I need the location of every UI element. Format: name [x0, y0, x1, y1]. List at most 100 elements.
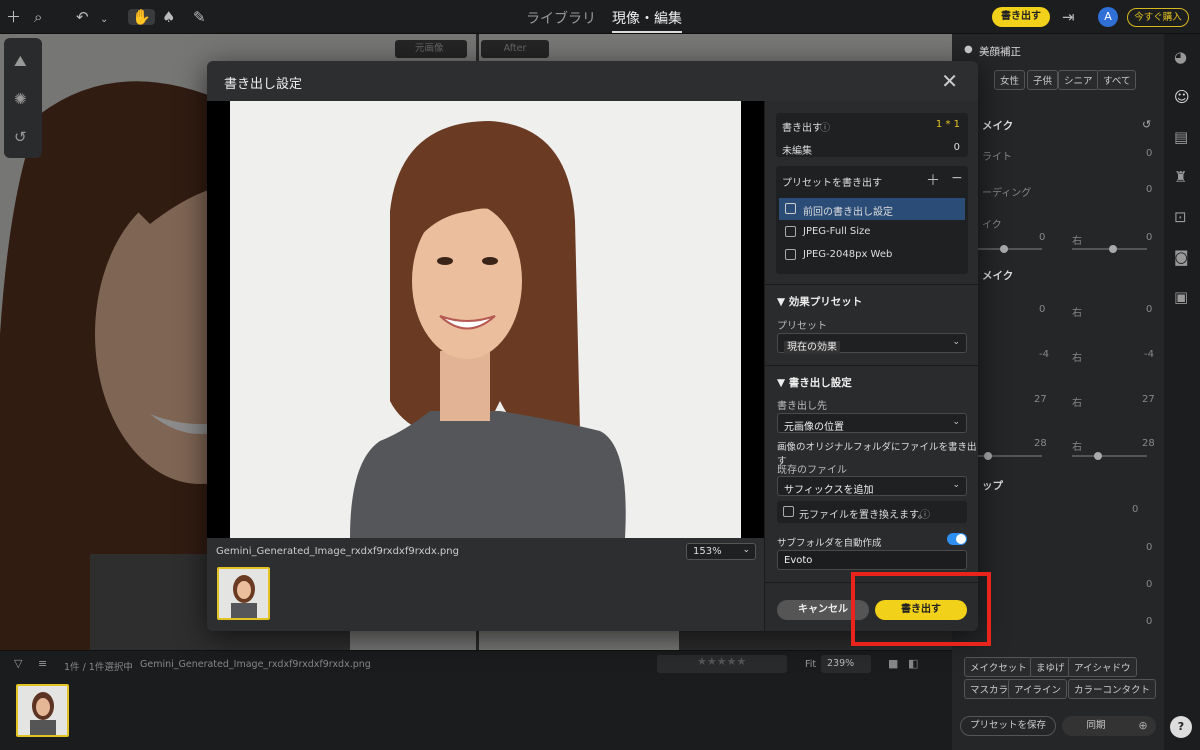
chip-female[interactable]: 女性 [994, 70, 1026, 90]
chevron-down-icon: ⌄ [952, 337, 960, 347]
tag-eyeshadow[interactable]: アイシャドウ [1068, 657, 1137, 677]
triangle-down-icon: ▼ [777, 296, 789, 308]
chip-child[interactable]: 子供 [1027, 70, 1059, 90]
export-top-button[interactable]: 書き出す [992, 7, 1050, 27]
reset-icon[interactable]: ↺ [1142, 118, 1151, 131]
export-section-title[interactable]: ▼ 書き出し設定 [777, 375, 852, 390]
preview-photo [230, 101, 741, 538]
tag-eyebrow[interactable]: まゆげ [1030, 657, 1071, 677]
chevron-down-icon[interactable]: ⌄ [100, 12, 108, 28]
history-icon[interactable]: ↺ [14, 128, 27, 146]
preset-checkbox[interactable] [785, 249, 796, 260]
tag-mascara[interactable]: マスカラ [964, 679, 1015, 699]
undo-icon[interactable]: ↶ [76, 9, 89, 25]
preset-label: プリセット [777, 321, 827, 332]
effect-section-title[interactable]: ▼ 効果プリセット [777, 294, 862, 309]
highlight-box [851, 572, 991, 646]
subfolder-label: サブフォルダを自動作成 [777, 538, 882, 549]
unedited-label: 未編集 [782, 146, 812, 157]
destination-select[interactable]: 元画像の位置 ⌄ [777, 413, 967, 433]
crop-icon[interactable]: ⊡ [1174, 208, 1187, 226]
clothing-icon[interactable]: ♜ [1174, 168, 1187, 186]
sun-icon[interactable]: ✺ [14, 90, 27, 108]
remove-preset-icon[interactable]: − [951, 170, 963, 186]
subfolder-toggle[interactable] [947, 533, 967, 545]
tag-color-contact[interactable]: カラーコンタクト [1068, 679, 1157, 699]
add-icon[interactable]: ＋ [6, 9, 21, 25]
chip-senior[interactable]: シニア [1058, 70, 1099, 90]
save-preset-button[interactable]: プリセットを保存 [960, 716, 1056, 736]
add-preset-icon[interactable]: ＋ [926, 170, 940, 190]
search-icon[interactable]: ⌕ [34, 9, 42, 25]
close-icon[interactable]: ✕ [941, 69, 958, 93]
beauty-bulb-icon: ● [964, 44, 973, 55]
preset-item[interactable]: JPEG-Full Size [779, 221, 965, 243]
export-settings-icon[interactable]: ⇥ [1062, 9, 1075, 25]
subfolder-name-input[interactable]: Evoto [777, 550, 967, 570]
info-icon[interactable]: ⓘ [920, 506, 930, 521]
overwrite-option[interactable]: 元ファイルを置き換えます。 ⓘ [777, 501, 967, 523]
bottom-zoom-select[interactable]: 239% [821, 655, 871, 673]
right-icon-column: ◕ ☺ ▤ ♜ ⊡ ◙ ▣ ? [1164, 34, 1200, 750]
sync-button[interactable]: 同期 [1062, 716, 1130, 736]
chip-all[interactable]: すべて [1097, 70, 1137, 90]
single-view-icon[interactable]: ■ [888, 657, 898, 670]
compare-view-icon[interactable]: ◧ [908, 657, 918, 670]
stamp-tool-icon[interactable]: ♠ [162, 9, 175, 25]
left-tool-panel: ⛰ ✺ ↺ [4, 38, 42, 158]
triangle-down-icon: ▼ [777, 377, 789, 389]
effect-preset-select[interactable]: 現在の効果 ⌄ [777, 333, 967, 354]
existing-file-select[interactable]: サフィックスを追加 ⌄ [777, 476, 967, 496]
section-makeup-2: メイク [982, 270, 1014, 282]
selection-count: 1件 / 1件選択中 [64, 662, 133, 673]
camera-icon[interactable]: ◙ [1174, 248, 1189, 266]
avatar[interactable]: A [1098, 7, 1118, 27]
filter-icon[interactable]: ▽ [14, 657, 22, 670]
export-count-value: 1 * 1 [935, 119, 960, 130]
dialog-thumbnail[interactable] [217, 567, 270, 620]
fit-label[interactable]: Fit [805, 659, 816, 670]
dialog-title: 書き出し設定 [224, 77, 303, 92]
tag-eyeliner[interactable]: アイライン [1008, 679, 1068, 699]
folder-icon[interactable]: ▣ [1174, 288, 1188, 306]
preset-checkbox[interactable] [785, 226, 796, 237]
section-lip: ップ [982, 480, 1003, 492]
rating-stars[interactable]: ★★★★★ [657, 655, 787, 673]
info-icon[interactable]: ⓘ [820, 119, 830, 134]
hand-tool-icon[interactable]: ✋ [128, 9, 155, 25]
background-icon[interactable]: ▤ [1174, 128, 1188, 146]
preset-header: プリセットを書き出す [782, 178, 882, 189]
preview-zoom-select[interactable]: 153% ⌄ [686, 543, 756, 560]
row-value: 0 [1146, 148, 1153, 159]
export-count-label: 書き出す [782, 123, 822, 134]
chevron-down-icon: ⌄ [952, 480, 960, 490]
preview-filename: Gemini_Generated_Image_rxdxf9rxdxf9rxdx.… [216, 546, 459, 557]
export-settings-panel: 書き出す ⓘ 1 * 1 未編集 0 プリセットを書き出す ＋ − 前回の書き出… [764, 101, 978, 631]
preset-item[interactable]: JPEG-2048px Web [779, 244, 965, 266]
preset-checkbox[interactable] [785, 203, 796, 214]
tag-makeup-set[interactable]: メイクセット [964, 657, 1033, 677]
preset-item[interactable]: 前回の書き出し設定 [779, 198, 965, 220]
palette-icon[interactable]: ◕ [1174, 48, 1187, 66]
preset-list-box: プリセットを書き出す ＋ − 前回の書き出し設定 JPEG-Full Size … [776, 166, 968, 274]
overwrite-checkbox[interactable] [783, 506, 794, 517]
face-icon[interactable]: ☺ [1174, 88, 1190, 106]
brush-tool-icon[interactable]: ✎ [193, 9, 206, 25]
buy-now-button[interactable]: 今すぐ購入 [1127, 8, 1189, 27]
help-button[interactable]: ? [1170, 716, 1192, 738]
export-preview [207, 101, 764, 538]
filmstrip-thumbnail[interactable] [16, 684, 69, 737]
tab-develop[interactable]: 現像・編集 [612, 8, 682, 33]
filmstrip-bar: ▽ ≡ 1件 / 1件選択中 Gemini_Generated_Image_rx… [0, 650, 952, 750]
sync-options-icon[interactable]: ⊕ [1130, 716, 1156, 736]
tab-library[interactable]: ライブラリ [526, 8, 596, 28]
chevron-down-icon: ⌄ [742, 545, 750, 555]
top-toolbar: ＋ ⌕ ↶ ⌄ ✋ ♠ ✎ ライブラリ 現像・編集 書き出す ⇥ A 今すぐ購入 [0, 0, 1200, 34]
chevron-down-icon: ⌄ [952, 417, 960, 427]
row-label: ーディング [982, 188, 1032, 199]
destination-label: 書き出し先 [777, 401, 827, 412]
sort-icon[interactable]: ≡ [38, 657, 47, 670]
export-dialog: 書き出し設定 ✕ Gemini_Generated_Image_rxdxf9rx… [207, 61, 978, 631]
existing-file-label: 既存のファイル [777, 465, 847, 476]
auto-adjust-icon[interactable]: ⛰ [14, 52, 27, 70]
